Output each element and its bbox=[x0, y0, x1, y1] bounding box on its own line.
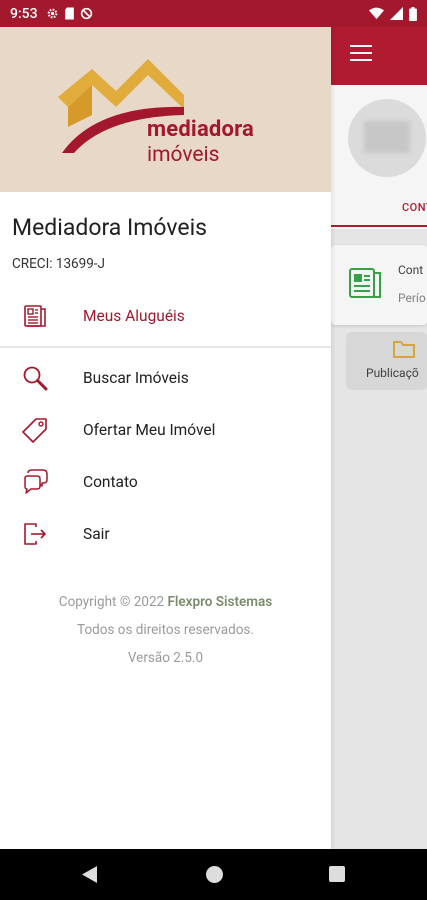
status-time: 9:53 bbox=[10, 5, 38, 22]
signal-icon bbox=[390, 7, 403, 20]
copyright-text: Copyright © 2022 Flexpro Sistemas bbox=[0, 594, 331, 610]
chat-bubbles-icon bbox=[22, 469, 48, 495]
menu-item-label: Ofertar Meu Imóvel bbox=[83, 421, 216, 439]
navigation-drawer: mediadora imóveis Mediadora Imóveis CREC… bbox=[0, 27, 331, 849]
menu-item-ofertar-meu-imovel[interactable]: Ofertar Meu Imóvel bbox=[0, 404, 331, 456]
menu-item-meus-alugueis[interactable]: Meus Aluguéis bbox=[0, 290, 331, 342]
menu-item-contato[interactable]: Contato bbox=[0, 456, 331, 508]
home-icon[interactable] bbox=[206, 866, 223, 883]
logout-icon bbox=[22, 521, 48, 547]
back-icon[interactable] bbox=[82, 866, 98, 883]
menu-item-buscar-imoveis[interactable]: Buscar Imóveis bbox=[0, 352, 331, 404]
menu-item-label: Sair bbox=[83, 525, 110, 543]
tag-icon bbox=[22, 417, 48, 443]
company-link[interactable]: Flexpro Sistemas bbox=[167, 594, 272, 610]
menu-divider bbox=[0, 346, 331, 348]
version-text: Versão 2.5.0 bbox=[127, 650, 204, 666]
recents-icon[interactable] bbox=[329, 866, 345, 882]
menu-item-label: Buscar Imóveis bbox=[83, 369, 189, 387]
menu-item-label: Meus Aluguéis bbox=[83, 307, 185, 325]
user-creci: CRECI: 13699-J bbox=[12, 256, 105, 272]
brand-name: mediadora bbox=[147, 117, 254, 142]
sd-card-icon bbox=[64, 7, 74, 20]
battery-icon bbox=[409, 6, 417, 21]
menu-item-sair[interactable]: Sair bbox=[0, 508, 331, 560]
wifi-icon bbox=[369, 7, 384, 20]
gear-icon bbox=[47, 8, 57, 19]
menu-item-label: Contato bbox=[83, 473, 138, 491]
search-icon bbox=[22, 365, 48, 391]
data-saver-icon bbox=[80, 7, 92, 20]
copyright-prefix: Copyright © 2022 bbox=[58, 594, 165, 610]
status-bar: 9:53 bbox=[0, 0, 427, 27]
system-nav-bar bbox=[0, 849, 427, 900]
document-icon bbox=[22, 303, 48, 329]
user-name: Mediadora Imóveis bbox=[12, 214, 208, 241]
brand-subtitle: imóveis bbox=[147, 143, 220, 167]
drawer-header: mediadora imóveis bbox=[0, 27, 331, 192]
rights-text: Todos os direitos reservados. bbox=[77, 622, 254, 638]
